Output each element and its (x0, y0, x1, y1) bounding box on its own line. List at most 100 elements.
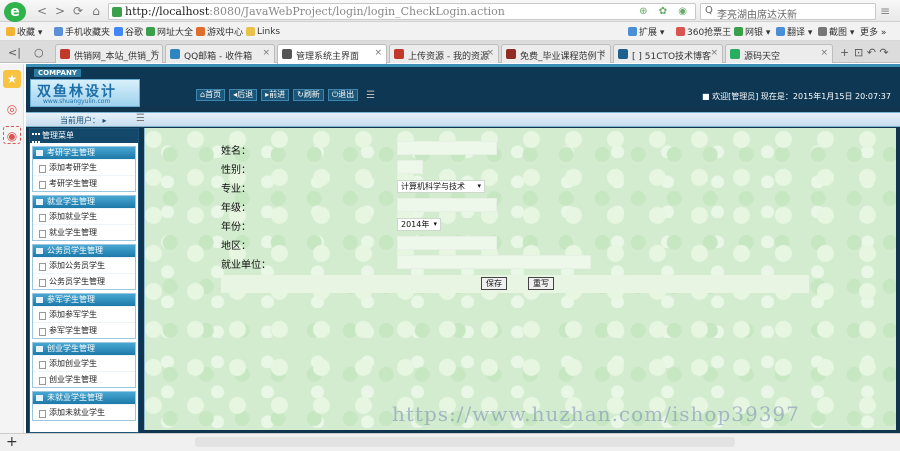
nav-refresh-button[interactable]: ↻刷新 (293, 89, 324, 101)
menu-group-title[interactable]: 就业学生管理 (33, 196, 135, 208)
scrollbar-thumb[interactable] (195, 437, 735, 447)
bookmark-item[interactable]: 翻译 ▾ (776, 25, 812, 38)
bookmark-item[interactable]: 网址大全 (146, 25, 193, 38)
tab-favicon-icon (282, 49, 292, 59)
home-button[interactable]: ⌂ (88, 3, 104, 19)
tab-item[interactable]: 免费_毕业课程范例下 × (501, 44, 611, 63)
collapse-menu-icon[interactable]: ☰ (136, 113, 145, 124)
employer-input[interactable] (397, 255, 591, 269)
menu-item[interactable]: 添加公务员学生 (33, 257, 135, 273)
menu-group: 创业学生管理 添加创业学生 创业学生管理 (32, 342, 136, 388)
company-tag: COMPANY (34, 69, 81, 77)
tab-close-icon[interactable]: × (150, 48, 158, 58)
watermark-text: https://www.huzhan.com/ishop39397 (392, 402, 800, 426)
tab-favicon-icon (60, 49, 70, 59)
nav-logout-button[interactable]: ⏻退出 (327, 89, 359, 101)
save-button[interactable]: 保存 (481, 277, 507, 290)
new-tab-button[interactable]: + (840, 46, 849, 59)
menu-group-title[interactable]: 创业学生管理 (33, 343, 135, 355)
nav-forward-button[interactable]: ▸前进 (261, 89, 290, 101)
menu-item[interactable]: 添加参军学生 (33, 306, 135, 322)
form-content: 姓名： 性别： 专业： 计算机科学与技术 ▾ 年级： 年份： 2014年 ▾ 地区：… (144, 128, 896, 430)
nav-back-button[interactable]: ◂后退 (229, 89, 258, 101)
tab-close-icon[interactable]: × (374, 48, 382, 58)
bookmark-item[interactable]: 游戏中心 (196, 25, 243, 38)
bookmark-item[interactable]: 手机收藏夹 (54, 25, 110, 38)
tab-refresh-icon[interactable]: ○ (34, 46, 44, 59)
menu-title: 管理菜单 (30, 129, 138, 143)
reload-button[interactable]: ⟳ (70, 3, 86, 19)
weibo-icon[interactable]: ◎ (3, 100, 21, 118)
menu-group-title[interactable]: 参军学生管理 (33, 294, 135, 306)
tab-favicon-icon (730, 49, 740, 59)
bookmark-item[interactable]: 谷歌 (114, 25, 143, 38)
year-select[interactable]: 2014年 ▾ (397, 218, 441, 231)
app-header: COMPANY 双鱼林设计 www.shuangyulin.com ⌂首页 ◂后… (26, 64, 900, 107)
tab-close-icon[interactable]: × (710, 48, 718, 58)
bookmark-item[interactable]: 收藏 ▾ (6, 25, 42, 38)
nav-home-button[interactable]: ⌂首页 (196, 89, 226, 101)
bookmark-item[interactable]: 网银 ▾ (734, 25, 770, 38)
tab-scroll-left-icon[interactable]: <| (8, 46, 21, 59)
bookmark-item[interactable]: 截图 ▾ (818, 25, 854, 38)
gender-label: 性别： (221, 165, 251, 176)
bookmark-item[interactable]: 扩展 ▾ (628, 25, 664, 38)
menu-item[interactable]: 添加未就业学生 (33, 404, 135, 420)
tab-tools-icon[interactable]: ⊡ ↶ ↷ (854, 46, 889, 59)
address-bar[interactable]: http://localhost:8080/JavaWebProject/log… (108, 3, 696, 20)
add-icon[interactable]: + (6, 434, 18, 450)
gender-input[interactable] (397, 160, 423, 174)
major-select[interactable]: 计算机科学与技术 ▾ (397, 180, 485, 193)
bookmark-bar: 收藏 ▾ 手机收藏夹 谷歌 网址大全 游戏中心 Links 扩展 ▾ 360抢票… (0, 22, 900, 41)
bookmark-item[interactable]: 360抢票王 (676, 25, 731, 38)
reset-button[interactable]: 重写 (528, 277, 554, 290)
tab-item[interactable]: QQ邮箱 - 收件箱 × (165, 44, 275, 63)
menu-group-title[interactable]: 考研学生管理 (33, 147, 135, 159)
menu-group: 未就业学生管理 添加未就业学生 (32, 391, 136, 421)
menu-item[interactable]: 创业学生管理 (33, 371, 135, 387)
forward-button[interactable]: > (52, 3, 68, 19)
bookmark-phone-icon (54, 27, 63, 36)
search-icon: Q (705, 5, 713, 16)
menu-item[interactable]: 添加就业学生 (33, 208, 135, 224)
name-input[interactable] (397, 141, 497, 155)
menu-group: 公务员学生管理 添加公务员学生 公务员学生管理 (32, 244, 136, 290)
url-action-icons[interactable]: ⊕ ✿ ◉ (639, 6, 691, 17)
tab-favicon-icon (170, 49, 180, 59)
menu-item[interactable]: 考研学生管理 (33, 175, 135, 191)
menu-group-title[interactable]: 公务员学生管理 (33, 245, 135, 257)
region-input[interactable] (397, 236, 497, 250)
tab-close-icon[interactable]: × (486, 48, 494, 58)
year-label: 年份： (221, 222, 251, 233)
favorites-star-icon[interactable]: ★ (3, 70, 21, 88)
tab-close-icon[interactable]: × (598, 48, 606, 58)
target-icon[interactable]: ◉ (3, 126, 21, 144)
menu-item[interactable]: 参军学生管理 (33, 322, 135, 338)
menu-group-title[interactable]: 未就业学生管理 (33, 392, 135, 404)
current-user-label: 当前用户： ▸ (60, 116, 107, 125)
menu-item[interactable]: 添加创业学生 (33, 355, 135, 371)
url-text: http://localhost:8080/JavaWebProject/log… (125, 5, 505, 18)
tab-item[interactable]: 上传资源 - 我的资源 × (389, 44, 499, 63)
browser-logo-icon: e (4, 2, 26, 22)
search-input[interactable]: Q 李亮湖由席达沃新 (700, 3, 876, 21)
menu-item[interactable]: 添加考研学生 (33, 159, 135, 175)
bookmark-site-icon (146, 27, 155, 36)
tab-item[interactable]: 源码天空 × (725, 44, 833, 63)
menu-item[interactable]: 公务员学生管理 (33, 273, 135, 289)
menu-toggle-icon[interactable]: ☰ (366, 90, 375, 101)
tab-item[interactable]: [ ] 51CTO技术博客 × (613, 44, 723, 63)
search-text: 李亮湖由席达沃新 (717, 10, 797, 21)
tab-close-icon[interactable]: × (820, 48, 828, 58)
bookmark-item[interactable]: 更多 » (860, 25, 886, 38)
grade-input[interactable] (397, 198, 497, 212)
menu-item[interactable]: 就业学生管理 (33, 224, 135, 240)
tab-close-icon[interactable]: × (262, 48, 270, 58)
sub-header-bar: 当前用户： ▸ ☰ (26, 112, 900, 127)
browser-menu-icon[interactable]: ≡ (880, 4, 890, 18)
back-button[interactable]: < (34, 3, 50, 19)
bookmark-item[interactable]: Links (246, 25, 280, 38)
tab-item[interactable]: 供销网_本站_供销_万 × (55, 44, 163, 63)
tab-item-active[interactable]: 管理系统主界面 × (277, 44, 387, 64)
horizontal-scrollbar[interactable]: + (0, 433, 900, 451)
